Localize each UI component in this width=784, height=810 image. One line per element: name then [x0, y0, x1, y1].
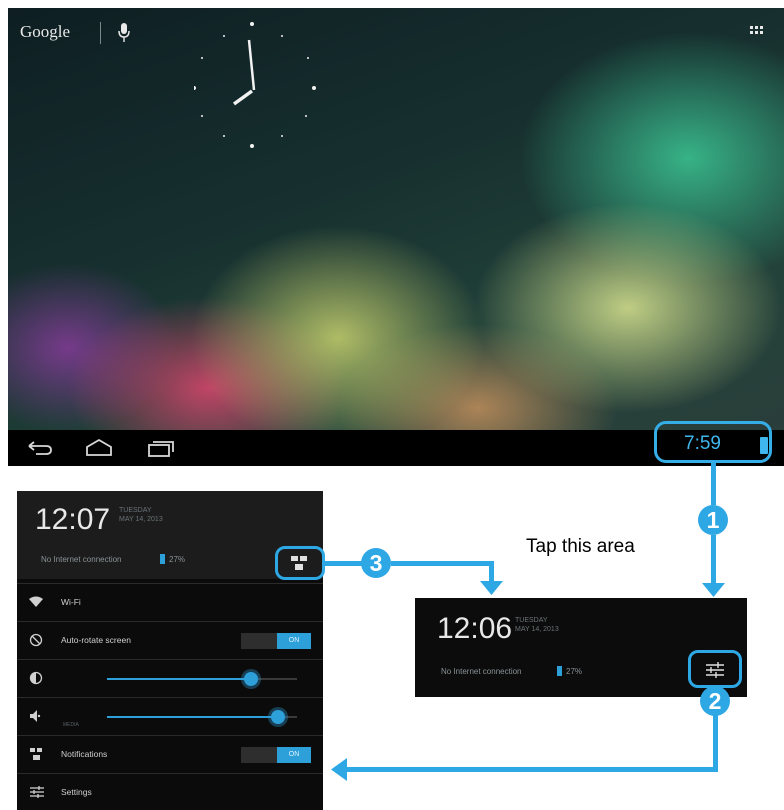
wifi-icon: [29, 596, 43, 607]
brightness-slider[interactable]: [107, 669, 297, 689]
shade-clock: 12:06: [437, 612, 513, 645]
back-icon[interactable]: [22, 436, 56, 460]
step-1-badge: 1: [698, 505, 728, 535]
tap-instruction-label: Tap this area: [526, 536, 635, 557]
volume-icon: [30, 710, 41, 722]
auto-rotate-toggle-state: ON: [277, 633, 311, 649]
volume-slider-knob[interactable]: [271, 710, 285, 724]
google-search-logo[interactable]: Google: [20, 22, 70, 42]
shade-connection-status: No Internet connection: [441, 667, 522, 676]
arrow-head-down-step3-icon: [480, 581, 503, 595]
status-clock[interactable]: 7:59: [684, 433, 721, 455]
notifications-toggle-state: ON: [277, 747, 311, 763]
arrow-head-down-icon: [702, 583, 725, 597]
brightness-slider-fill: [107, 678, 251, 680]
arrow-line-step2-horizontal: [345, 767, 718, 772]
arrow-line-step3-down: [489, 561, 494, 583]
volume-slider[interactable]: [107, 707, 297, 727]
qs-label-wifi: Wi-Fi: [61, 597, 81, 607]
qs-label-notifications: Notifications: [61, 749, 108, 759]
qs-row-wifi[interactable]: Wi-Fi: [17, 583, 323, 622]
all-apps-icon[interactable]: [750, 26, 764, 40]
shade-battery-level: 27%: [566, 667, 583, 676]
home-screen: Google: [8, 8, 784, 466]
rotate-icon: [29, 633, 43, 647]
quick-settings-panel: 12:07 TUESDAY MAY 14, 2013 No Internet c…: [17, 491, 323, 810]
arrow-head-left-icon: [331, 758, 347, 781]
volume-media-label: MEDIA: [63, 722, 79, 728]
home-icon[interactable]: [82, 436, 116, 460]
qs-battery-level: 27%: [169, 555, 186, 564]
mic-icon[interactable]: [118, 22, 130, 44]
qs-row-brightness: [17, 659, 323, 698]
qs-row-auto-rotate[interactable]: Auto-rotate screen ON: [17, 621, 323, 660]
qs-row-settings[interactable]: Settings: [17, 773, 323, 810]
arrow-line-step2-vertical: [713, 716, 718, 771]
qs-row-volume: MEDIA: [17, 697, 323, 736]
recents-icon[interactable]: [144, 436, 178, 460]
search-divider: [100, 22, 101, 44]
qs-connection-status: No Internet connection: [41, 555, 122, 564]
brightness-slider-knob[interactable]: [244, 672, 258, 686]
qs-clock: 12:07: [35, 503, 111, 536]
volume-slider-fill: [107, 716, 278, 718]
notifications-icon[interactable]: [290, 555, 308, 571]
settings-icon: [30, 786, 44, 798]
battery-icon: [760, 437, 768, 454]
notifications-toggle[interactable]: ON: [241, 747, 311, 763]
analog-clock-widget[interactable]: [194, 18, 324, 148]
arrow-line-step1-upper: [711, 463, 716, 505]
qs-label-auto-rotate: Auto-rotate screen: [61, 635, 131, 645]
shade-date: MAY 14, 2013: [515, 626, 559, 633]
step-2-badge: 2: [700, 686, 730, 716]
quick-settings-icon[interactable]: [704, 661, 726, 679]
notifications-switch-icon: [30, 748, 42, 760]
brightness-icon: [29, 671, 43, 685]
qs-battery-icon: [160, 554, 165, 564]
step-3-badge: 3: [361, 548, 391, 578]
auto-rotate-toggle[interactable]: ON: [241, 633, 311, 649]
arrow-line-step3-right: [391, 561, 494, 566]
shade-battery-icon: [557, 666, 562, 676]
qs-date: MAY 14, 2013: [119, 516, 163, 523]
qs-day: TUESDAY: [119, 507, 152, 514]
qs-label-settings: Settings: [61, 787, 92, 797]
arrow-line-step3-left: [325, 561, 363, 566]
qs-row-notifications[interactable]: Notifications ON: [17, 735, 323, 774]
arrow-line-step1-lower: [711, 535, 716, 585]
shade-day: TUESDAY: [515, 617, 548, 624]
